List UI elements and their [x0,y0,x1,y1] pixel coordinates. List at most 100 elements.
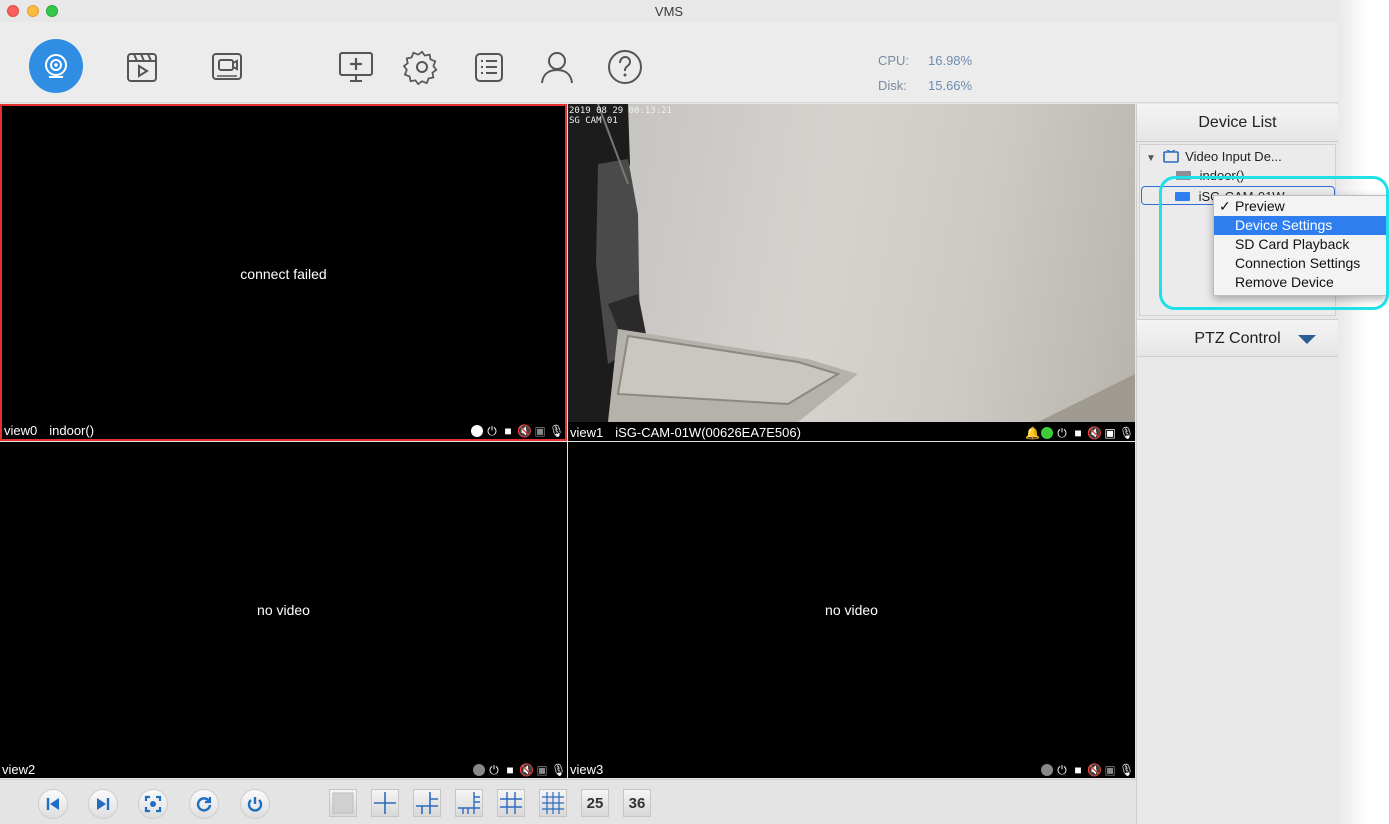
ptz-title: PTZ Control [1194,330,1281,347]
skip-back-icon [46,798,59,810]
annotation-highlight-outline [1159,176,1389,310]
microphone-icon[interactable]: 🎙 [549,424,564,438]
view-status-message: connect failed [240,266,327,282]
main-toolbar: CPU: 16.98% Disk: 15.66% [0,22,1338,103]
ptz-control-header[interactable]: PTZ Control [1137,319,1338,357]
video-view-1[interactable]: 2019 08 29 00:13:21 SG CAM 01 view1 iSG-C… [568,104,1135,441]
power-icon[interactable]: ⏻ [1055,426,1069,440]
camera-osd: 2019 08 29 00:13:21 SG CAM 01 [569,106,672,126]
window-title: VMS [654,4,684,19]
recorder-button[interactable] [200,40,254,94]
layout-16-button[interactable] [539,789,567,817]
playback-button[interactable] [115,40,169,94]
view-label: view1 iSG-CAM-01W(00626EA7E506) [570,425,813,440]
osd-timestamp: 2019 08 29 00:13:21 [569,106,672,116]
mute-icon[interactable]: 🔇 [519,763,534,777]
recorder-icon [212,53,242,80]
layout-8-button[interactable] [455,789,483,817]
power-icon[interactable]: ⏻ [1055,763,1069,777]
power-icon[interactable]: ⏻ [485,424,499,438]
video-view-0[interactable]: connect failed view0 indoor() ⏻ ■ 🔇 ▣ 🎙 [0,104,567,441]
user-button[interactable] [530,40,584,94]
video-input-icon [1162,149,1179,163]
microphone-icon[interactable]: 🎙 [551,763,566,777]
camera-feed-image: 2019 08 29 00:13:21 SG CAM 01 [568,104,1135,422]
layout-4-button[interactable] [371,789,399,817]
next-page-button[interactable] [88,789,118,819]
view-status-message: no video [825,602,878,618]
layout-16-icon [542,792,564,814]
skip-forward-icon [97,798,110,810]
status-dot-icon [473,763,485,776]
user-icon [541,52,573,84]
mute-icon[interactable]: 🔇 [517,424,532,438]
layout-1-icon [332,792,354,814]
mute-icon[interactable]: 🔇 [1087,426,1102,440]
live-view-button[interactable] [29,39,83,93]
cpu-label: CPU: [878,53,910,68]
record-icon[interactable]: ■ [1071,426,1085,440]
layout-8-icon [458,792,480,814]
layout-6-icon [416,792,438,814]
title-bar: VMS [0,0,1338,22]
video-view-2[interactable]: no video view2 ⏻ ■ 🔇 ▣ 🎙 [0,442,567,778]
power-icon[interactable]: ⏻ [487,763,501,777]
log-button[interactable] [462,40,516,94]
layout-25-button[interactable]: 25 [581,789,609,817]
microphone-icon[interactable]: 🎙 [1119,426,1134,440]
tree-root-label: Video Input De... [1185,149,1282,164]
settings-button[interactable] [395,40,449,94]
layout-6-button[interactable] [413,789,441,817]
fullscreen-button[interactable] [138,789,168,819]
snapshot-icon[interactable]: ▣ [1103,763,1117,777]
view-device-name: indoor() [49,423,95,438]
status-dot-icon [1041,763,1053,776]
view-id: view2 [2,762,36,777]
previous-page-button[interactable] [38,789,68,819]
view-id: view3 [570,762,604,777]
layout-1-button[interactable] [329,789,357,817]
record-icon[interactable]: ■ [503,763,517,777]
system-stats: CPU: 16.98% Disk: 15.66% [878,48,972,98]
view-device-name: iSG-CAM-01W(00626EA7E506) [615,425,801,440]
device-list-header[interactable]: Device List [1137,104,1338,142]
settings-icon [403,50,438,86]
snapshot-icon[interactable]: ▣ [533,424,547,438]
record-icon[interactable]: ■ [501,424,515,438]
add-device-icon [339,52,373,82]
mute-icon[interactable]: 🔇 [1087,763,1102,777]
chevron-down-icon[interactable] [1298,335,1316,344]
view-controls: 🔔 ⏻ ■ 🔇 ▣ 🎙 [1025,425,1134,440]
view-controls: ⏻ ■ 🔇 ▣ 🎙 [1041,762,1134,777]
add-device-button[interactable] [329,40,383,94]
status-dot-icon [1041,426,1053,439]
layout-4-icon [374,792,396,814]
playback-icon [127,53,157,82]
video-view-3[interactable]: no video view3 ⏻ ■ 🔇 ▣ 🎙 [568,442,1135,778]
snapshot-icon[interactable]: ▣ [535,763,549,777]
expand-triangle-icon[interactable]: ▼ [1146,153,1156,164]
snapshot-icon[interactable]: ▣ [1103,426,1117,440]
layout-36-label: 36 [628,794,646,812]
camera-scene-graphic [568,104,1135,422]
cpu-value: 16.98% [928,53,973,68]
power-all-button[interactable] [240,789,270,819]
microphone-icon[interactable]: 🎙 [1119,763,1134,777]
layout-36-button[interactable]: 36 [623,789,651,817]
refresh-button[interactable] [189,789,219,819]
view-label: view0 indoor() [4,423,106,438]
live-view-icon [45,54,67,78]
help-button[interactable] [598,40,652,94]
disk-label: Disk: [878,78,907,93]
view-label: view3 [570,762,615,777]
record-icon[interactable]: ■ [1071,763,1085,777]
view-id: view1 [570,425,604,440]
layout-9-icon [500,792,522,814]
alarm-bell-icon[interactable]: 🔔 [1025,426,1040,440]
layout-9-button[interactable] [497,789,525,817]
window-shadow [1338,0,1389,824]
status-dot-icon [471,424,483,437]
tree-root-video-input[interactable]: ▼ Video Input De... [1146,147,1282,166]
power-icon [247,797,263,812]
vms-window: VMS CPU: 16.98% Disk: 15.66% connect fai… [0,0,1338,824]
